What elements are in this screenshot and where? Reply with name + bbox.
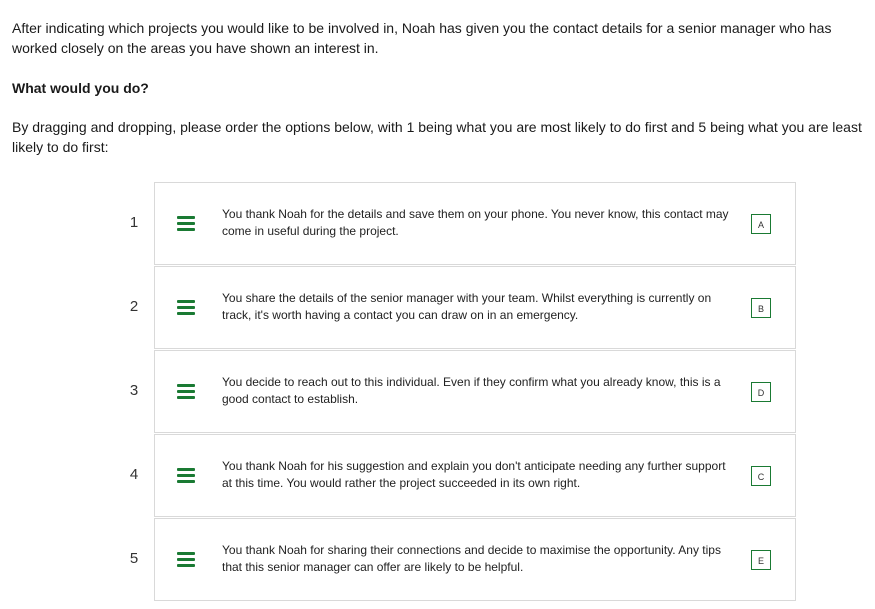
rank-row: 4 You thank Noah for his suggestion and … — [120, 434, 800, 518]
rank-row: 1 You thank Noah for the details and sav… — [120, 182, 800, 266]
option-letter-badge: C — [751, 466, 771, 486]
drag-handle-icon[interactable] — [177, 300, 197, 318]
option-text: You thank Noah for sharing their connect… — [222, 543, 721, 574]
drag-handle-icon[interactable] — [177, 216, 197, 234]
option-letter-badge: E — [751, 550, 771, 570]
rank-row: 5 You thank Noah for sharing their conne… — [120, 518, 800, 602]
rank-number: 4 — [129, 466, 139, 483]
option-letter-badge: D — [751, 382, 771, 402]
drag-handle-icon[interactable] — [177, 468, 197, 486]
drag-handle-icon[interactable] — [177, 384, 197, 402]
draggable-option-card[interactable]: You thank Noah for sharing their connect… — [154, 518, 796, 601]
option-letter-badge: A — [751, 214, 771, 234]
drag-handle-icon[interactable] — [177, 552, 197, 570]
rank-number: 1 — [129, 214, 139, 231]
option-text: You share the details of the senior mana… — [222, 291, 712, 322]
draggable-option-card[interactable]: You share the details of the senior mana… — [154, 266, 796, 349]
option-text: You thank Noah for his suggestion and ex… — [222, 459, 726, 490]
instructions-text: By dragging and dropping, please order t… — [12, 119, 862, 155]
option-letter-badge: B — [751, 298, 771, 318]
ranking-list: 1 You thank Noah for the details and sav… — [120, 182, 800, 602]
rank-number: 2 — [129, 298, 139, 315]
rank-row: 2 You share the details of the senior ma… — [120, 266, 800, 350]
option-text: You thank Noah for the details and save … — [222, 207, 729, 238]
question-heading: What would you do? — [12, 80, 149, 96]
draggable-option-card[interactable]: You decide to reach out to this individu… — [154, 350, 796, 433]
option-text: You decide to reach out to this individu… — [222, 375, 721, 406]
scenario-intro-text: After indicating which projects you woul… — [12, 20, 832, 56]
rank-number: 3 — [129, 382, 139, 399]
draggable-option-card[interactable]: You thank Noah for the details and save … — [154, 182, 796, 265]
rank-row: 3 You decide to reach out to this indivi… — [120, 350, 800, 434]
draggable-option-card[interactable]: You thank Noah for his suggestion and ex… — [154, 434, 796, 517]
rank-number: 5 — [129, 550, 139, 567]
